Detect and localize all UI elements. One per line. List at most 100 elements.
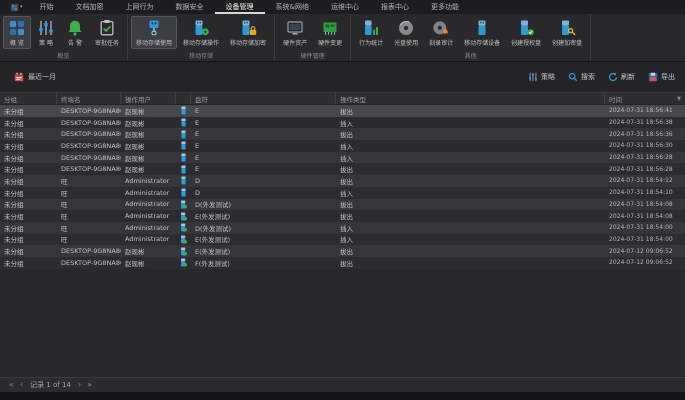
- search-button[interactable]: 搜索: [568, 72, 595, 82]
- sliders-small-icon: [528, 72, 538, 82]
- column-header-5[interactable]: 操作类型: [336, 93, 605, 104]
- cell-group: 未分组: [0, 175, 57, 187]
- table-row[interactable]: 未分组旺AdministratorE(外发测试)插入2024-07-31 18:…: [0, 234, 685, 246]
- cell-operation: 拔出: [336, 210, 605, 222]
- search-icon: [568, 72, 578, 82]
- toolbar-action-label: 策略: [541, 72, 555, 82]
- ribbon-button-monitor[interactable]: 硬件资产: [278, 16, 312, 49]
- table-row[interactable]: 未分组DESKTOP-9G8NA80赵现彬E拔出2024-07-31 18:56…: [0, 163, 685, 175]
- table-body: 未分组DESKTOP-9G8NA80赵现彬E拔出2024-07-31 18:56…: [0, 105, 685, 377]
- cell-user: 赵现彬: [121, 257, 176, 269]
- column-header-2[interactable]: 操作用户: [121, 93, 176, 104]
- cell-terminal: 旺: [57, 210, 121, 222]
- cell-user: 赵现彬: [121, 128, 176, 140]
- cell-group: 未分组: [0, 210, 57, 222]
- ribbon-button-label: 创建授权盘: [511, 38, 541, 47]
- menu-item-5[interactable]: 系统&网络: [265, 0, 320, 14]
- ribbon-button-usb-device[interactable]: 移动存储设备: [459, 16, 505, 49]
- toolbar-action-label: 导出: [661, 72, 675, 82]
- ribbon-button-usb-key[interactable]: 创建加密盘: [547, 16, 587, 49]
- menu-item-6[interactable]: 运维中心: [320, 0, 370, 14]
- menu-item-0[interactable]: 开始: [29, 0, 65, 14]
- first-page-button[interactable]: «: [9, 380, 14, 390]
- cell-group: 未分组: [0, 222, 57, 234]
- ribbon-button-clipboard-check[interactable]: 审批任务: [90, 16, 124, 49]
- column-header-0[interactable]: 分组: [0, 93, 57, 104]
- menu-item-7[interactable]: 报表中心: [370, 0, 420, 14]
- ribbon-button-usb-auth[interactable]: 创建授权盘: [506, 16, 546, 49]
- ribbon-button-disc-burn[interactable]: 刻录审计: [424, 16, 458, 49]
- table-row[interactable]: 未分组旺AdministratorD插入2024-07-31 18:54:10: [0, 187, 685, 199]
- table-row[interactable]: 未分组旺AdministratorD拔出2024-07-31 18:54:12: [0, 175, 685, 187]
- table-row[interactable]: 未分组旺AdministratorE(外发测试)拔出2024-07-31 18:…: [0, 210, 685, 222]
- ribbon-group-buttons: 移动存储使用移动存储操作移动存储加密: [131, 16, 271, 49]
- cell-usb-icon: [176, 234, 191, 246]
- ribbon-button-label: 光盘使用: [394, 38, 418, 47]
- cell-time: 2024-07-31 18:56:28: [605, 152, 685, 164]
- table-row[interactable]: 未分组旺AdministratorD(外发测试)插入2024-07-31 18:…: [0, 222, 685, 234]
- cell-operation: 插入: [336, 222, 605, 234]
- usb-blue-icon: [180, 153, 187, 162]
- cell-group: 未分组: [0, 187, 57, 199]
- cell-drive: F(外发测试): [191, 257, 336, 269]
- ribbon-group-label: 硬件管理: [278, 49, 347, 63]
- menu-item-4[interactable]: 设备管理: [215, 0, 265, 14]
- ribbon-button-sliders[interactable]: 策 略: [32, 16, 60, 49]
- next-page-button[interactable]: ›: [78, 380, 81, 390]
- ribbon-button-grid[interactable]: 概 览: [3, 16, 31, 49]
- menu-item-3[interactable]: 数据安全: [165, 0, 215, 14]
- table-row[interactable]: 未分组DESKTOP-9G8NA80赵现彬E拔出2024-07-31 18:56…: [0, 128, 685, 140]
- cell-operation: 拔出: [336, 105, 605, 117]
- monitor-icon: [286, 19, 304, 37]
- main-menu: 开始文档加密上网行为数据安全设备管理系统&网络运维中心报表中心更多功能: [29, 0, 470, 14]
- ribbon-button-bell[interactable]: 告 警: [61, 16, 89, 49]
- clipboard-check-icon: [98, 19, 116, 37]
- cell-group: 未分组: [0, 245, 57, 257]
- column-header-3[interactable]: [176, 93, 191, 104]
- cell-group: 未分组: [0, 234, 57, 246]
- column-header-6[interactable]: 时间 ▼: [605, 93, 685, 104]
- refresh-button[interactable]: 刷新: [608, 72, 635, 82]
- column-header-4[interactable]: 盘符: [191, 93, 336, 104]
- column-header-label: 时间: [609, 94, 622, 104]
- ribbon-button-usb-plug[interactable]: 移动存储使用: [131, 16, 177, 49]
- cell-operation: 拔出: [336, 257, 605, 269]
- cell-terminal: 旺: [57, 222, 121, 234]
- ribbon-button-label: 行为统计: [359, 38, 383, 47]
- usb-device-icon: [473, 19, 491, 37]
- column-header-label: 操作类型: [340, 94, 366, 104]
- export-button[interactable]: 导出: [648, 72, 675, 82]
- table-row[interactable]: 未分组DESKTOP-9G8NA80赵现彬E插入2024-07-31 18:56…: [0, 140, 685, 152]
- ribbon-button-usb-stats[interactable]: 行为统计: [354, 16, 388, 49]
- cell-user: 赵现彬: [121, 152, 176, 164]
- table-row[interactable]: 未分组DESKTOP-9G8NA80赵现彬F(外发测试)拔出2024-07-12…: [0, 257, 685, 269]
- column-header-1[interactable]: 终端名: [57, 93, 121, 104]
- table-row[interactable]: 未分组DESKTOP-9G8NA80赵现彬E插入2024-07-31 18:56…: [0, 152, 685, 164]
- ribbon-button-label: 告 警: [68, 38, 82, 47]
- table-row[interactable]: 未分组DESKTOP-9G8NA80赵现彬E拔出2024-07-31 18:56…: [0, 105, 685, 117]
- ribbon-button-usb-operate[interactable]: 移动存储操作: [178, 16, 224, 49]
- policy-button[interactable]: 策略: [528, 72, 555, 82]
- menu-item-2[interactable]: 上网行为: [115, 0, 165, 14]
- menu-item-8[interactable]: 更多功能: [420, 0, 470, 14]
- last-page-button[interactable]: »: [87, 380, 92, 390]
- table-row[interactable]: 未分组DESKTOP-9G8NA80赵现彬E(外发测试)拔出2024-07-12…: [0, 245, 685, 257]
- app-menu-button[interactable]: ▾: [4, 3, 29, 12]
- table-row[interactable]: 未分组旺AdministratorD(外发测试)拔出2024-07-31 18:…: [0, 199, 685, 211]
- cell-terminal: DESKTOP-9G8NA80: [57, 105, 121, 117]
- cell-drive: E(外发测试): [191, 234, 336, 246]
- pager-pre: «‹: [9, 380, 23, 390]
- menu-bar: ▾ 开始文档加密上网行为数据安全设备管理系统&网络运维中心报表中心更多功能: [0, 0, 685, 14]
- cell-usb-icon: [176, 152, 191, 164]
- usb-blue-icon: [180, 165, 187, 174]
- time-filter-arrow-icon[interactable]: ▼: [677, 96, 681, 102]
- table-row[interactable]: 未分组DESKTOP-9G8NA80赵现彬E插入2024-07-31 18:56…: [0, 117, 685, 129]
- ribbon-button-board[interactable]: 硬件变更: [313, 16, 347, 49]
- cell-terminal: DESKTOP-9G8NA80: [57, 245, 121, 257]
- ribbon-button-disc[interactable]: 光盘使用: [389, 16, 423, 49]
- menu-item-1[interactable]: 文档加密: [65, 0, 115, 14]
- date-range-filter[interactable]: 最近一月: [14, 72, 56, 82]
- usb-blue-icon: [180, 106, 187, 115]
- ribbon-button-usb-lock[interactable]: 移动存储加密: [225, 16, 271, 49]
- prev-page-button[interactable]: ‹: [20, 380, 23, 390]
